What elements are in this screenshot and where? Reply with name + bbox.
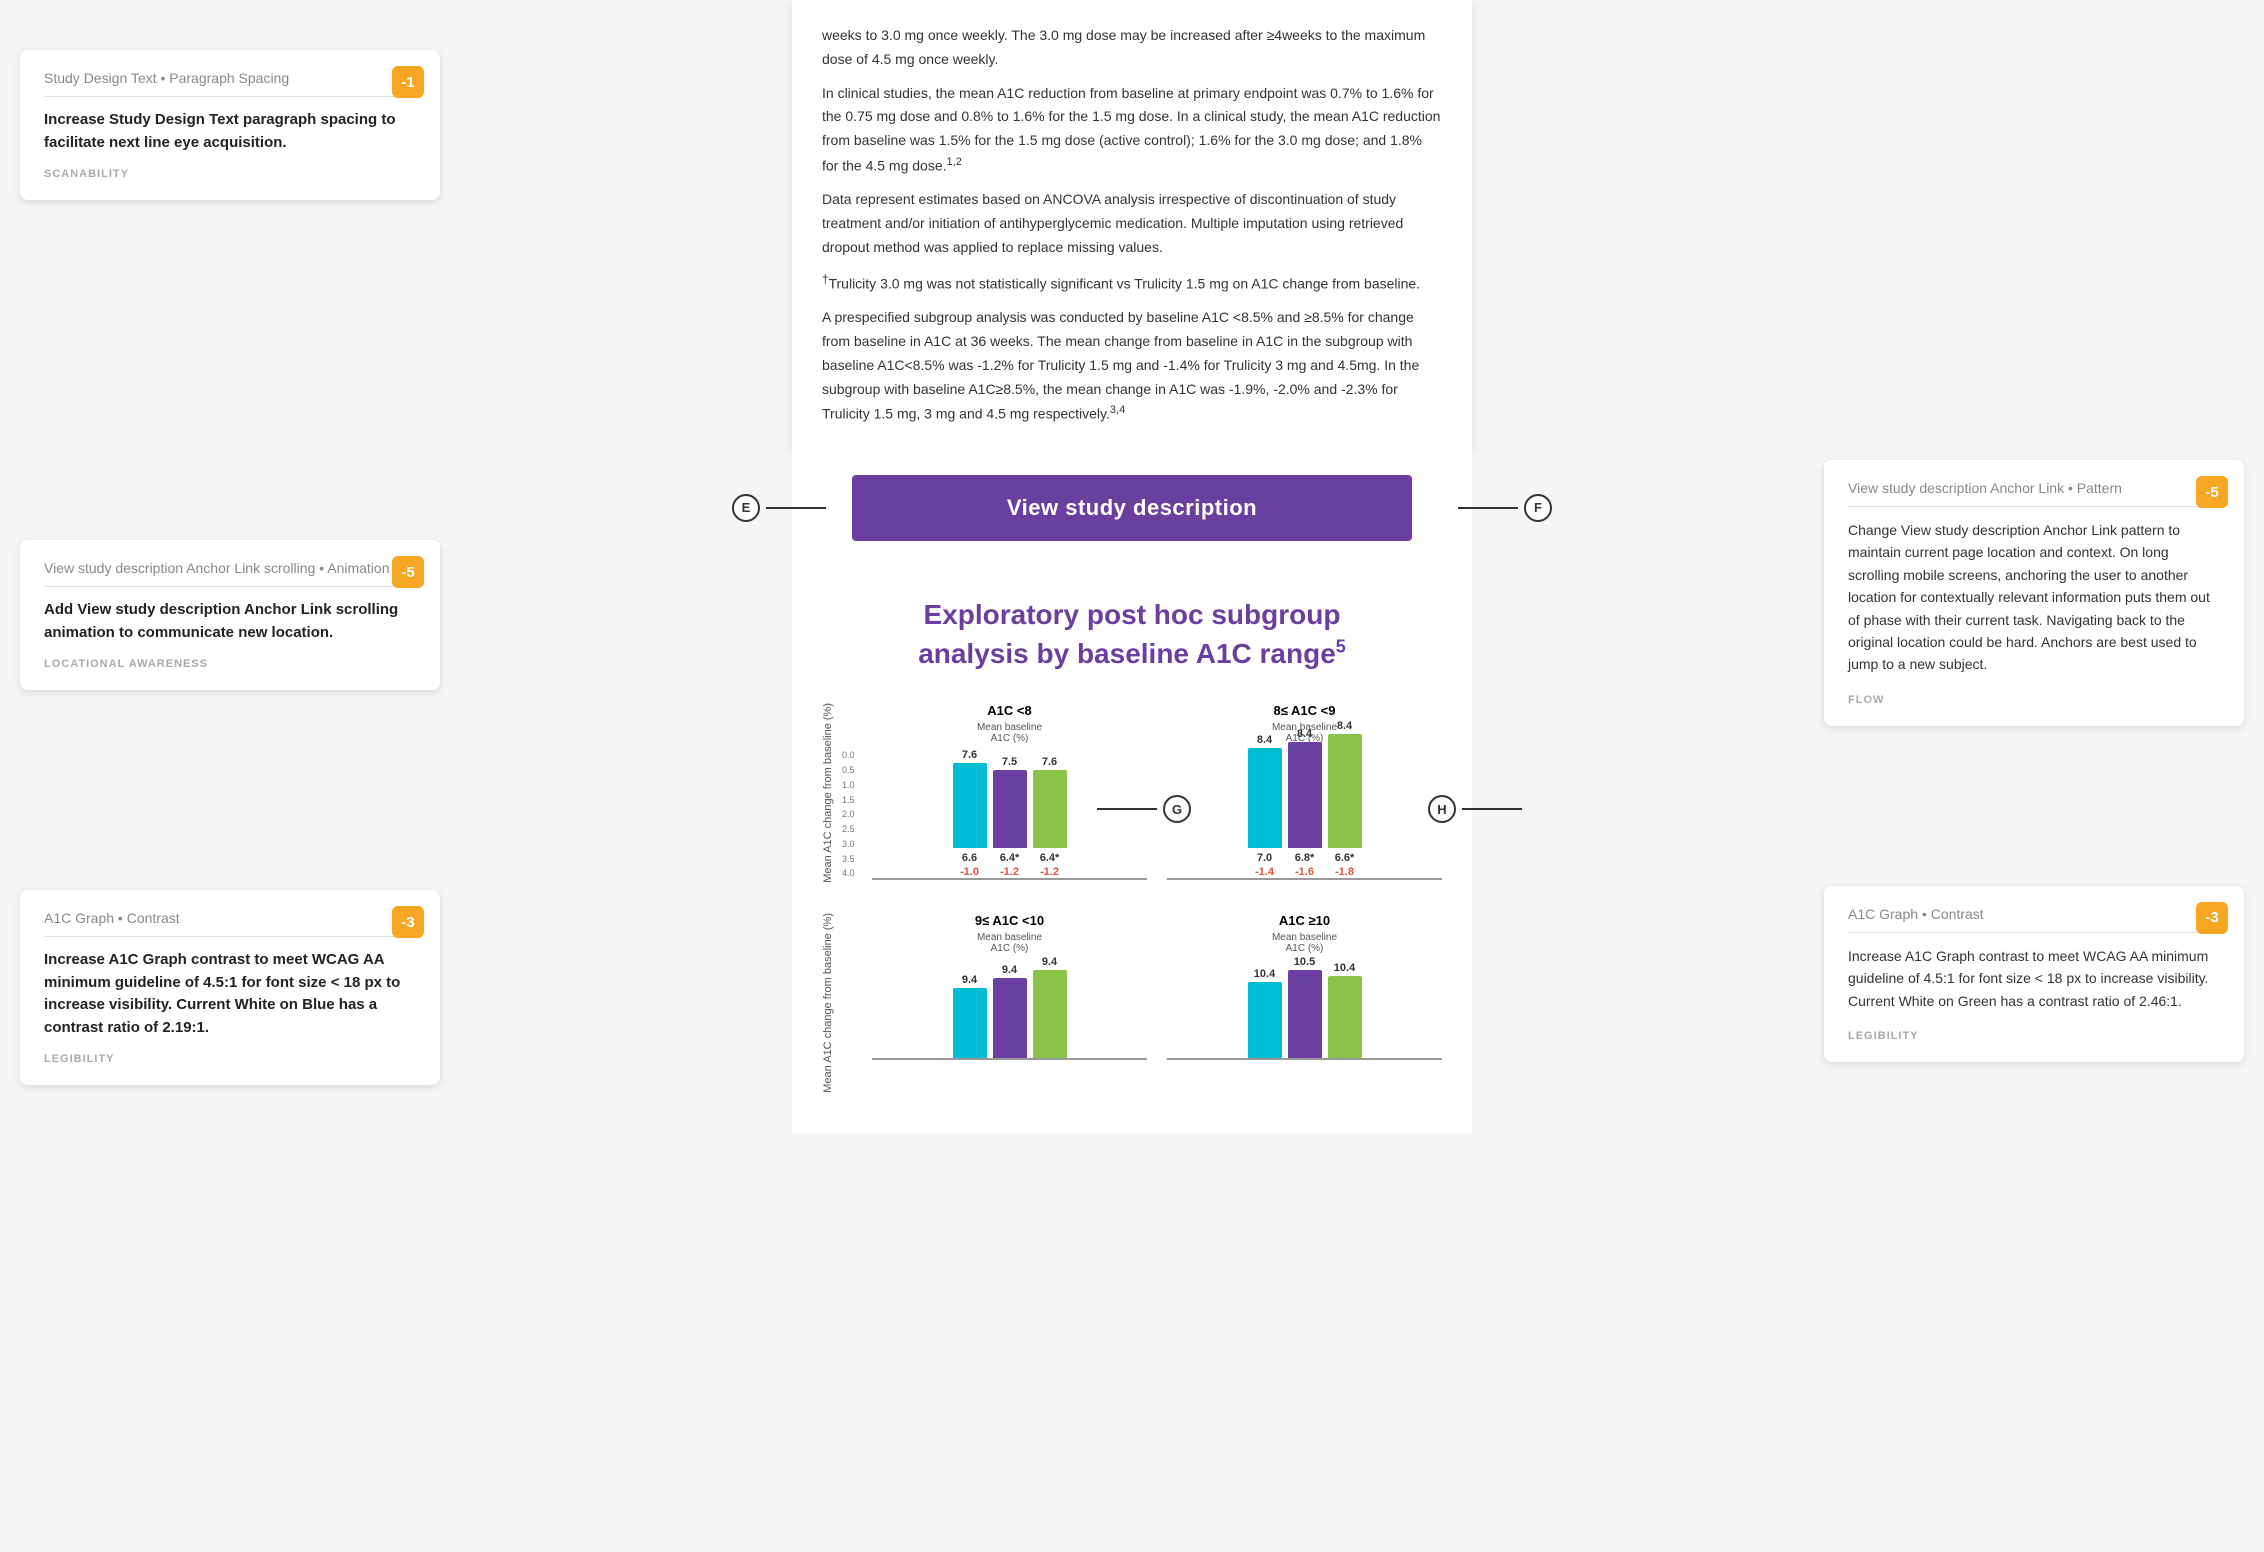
group-label-a1c-lt8: A1C <8 (872, 703, 1147, 718)
card-body-a1c-contrast-left: Increase A1C Graph contrast to meet WCAG… (44, 949, 416, 1039)
card-header-study-design: Study Design Text • Paragraph Spacing (44, 70, 416, 97)
card-header-a1c-contrast-right: A1C Graph • Contrast (1848, 906, 2220, 933)
node-g: G (1163, 795, 1191, 823)
bar-col-cyan-lt8: 7.6 6.6 -1.0 (953, 749, 987, 878)
card-body-study-design: Increase Study Design Text paragraph spa… (44, 109, 416, 154)
right-annotations: -5 View study description Anchor Link • … (1804, 0, 2264, 1552)
card-header-anchor-link-right: View study description Anchor Link • Pat… (1848, 480, 2220, 507)
card-tag-a1c-contrast-right: LEGIBILITY (1848, 1030, 2220, 1042)
right-card-a1c-contrast: -3 A1C Graph • Contrast Increase A1C Gra… (1824, 886, 2244, 1062)
left-card-study-design: -1 Study Design Text • Paragraph Spacing… (20, 50, 440, 200)
graph-title: Exploratory post hoc subgroupanalysis by… (822, 595, 1442, 673)
card-header-a1c-contrast-left: A1C Graph • Contrast (44, 910, 416, 937)
node-h: H (1428, 795, 1456, 823)
center-content: weeks to 3.0 mg once weekly. The 3.0 mg … (460, 0, 1804, 1552)
view-study-btn-row: E View study description F (792, 451, 1472, 565)
text-para-5: A prespecified subgroup analysis was con… (822, 306, 1442, 427)
node-f: F (1524, 494, 1552, 522)
badge-minus-3-right: -3 (2196, 902, 2228, 934)
card-body-anchor-link: Add View study description Anchor Link s… (44, 599, 416, 644)
bar-col-purple-8-9: 8.4 6.8* -1.6 (1288, 728, 1322, 878)
group-label-a1c-8-9: 8≤ A1C <9 (1167, 703, 1442, 718)
mean-baseline-gte10: Mean baselineA1C (%) (1167, 932, 1442, 954)
bar-col-purple-gte10: 10.5 (1288, 956, 1322, 1058)
badge-minus-5-right: -5 (2196, 476, 2228, 508)
text-para-4: †Trulicity 3.0 mg was not statistically … (822, 270, 1442, 296)
main-layout: -1 Study Design Text • Paragraph Spacing… (0, 0, 2264, 1552)
right-card-anchor-link: -5 View study description Anchor Link • … (1824, 460, 2244, 726)
mean-baseline-lt8: Mean baselineA1C (%) (872, 722, 1147, 744)
bar-col-cyan-8-9: 8.4 7.0 -1.4 (1248, 734, 1282, 878)
left-annotations: -1 Study Design Text • Paragraph Spacing… (0, 0, 460, 1552)
connector-f-right: F (1458, 494, 1552, 522)
bar-col-green-9-10: 9.4 (1033, 956, 1067, 1058)
bars-a1c-8-9: 8.4 7.0 -1.4 8.4 6.8* -1.6 8.4 (1167, 750, 1442, 880)
connector-h-right: H (1428, 795, 1522, 823)
bar-col-cyan-gte10: 10.4 (1248, 968, 1282, 1058)
bar-col-green-lt8: 7.6 6.4* -1.2 (1033, 756, 1067, 878)
graph-section: Exploratory post hoc subgroupanalysis by… (792, 565, 1472, 1133)
chart-group-a1c-lt8: A1C <8 Mean baselineA1C (%) 0.00.51.01.5… (872, 703, 1147, 883)
chart-group-a1c-9-10: 9≤ A1C <10 Mean baselineA1C (%) 9.4 9.4 … (872, 913, 1147, 1093)
card-tag-study-design: SCANABILITY (44, 168, 416, 180)
card-body-a1c-contrast-right: Increase A1C Graph contrast to meet WCAG… (1848, 945, 2220, 1012)
view-study-description-button[interactable]: View study description (852, 475, 1412, 541)
card-body-anchor-link-right: Change View study description Anchor Lin… (1848, 519, 2220, 676)
text-para-2: In clinical studies, the mean A1C reduct… (822, 82, 1442, 179)
card-tag-anchor-link-right: FLOW (1848, 694, 2220, 706)
badge-minus-5-left: -5 (392, 556, 424, 588)
group-label-a1c-gte10: A1C ≥10 (1167, 913, 1442, 928)
chart-bottom-row: Mean A1C change from baseline (%) 9≤ A1C… (822, 913, 1442, 1093)
bar-col-purple-9-10: 9.4 (993, 964, 1027, 1058)
chart-group-a1c-8-9: 8≤ A1C <9 Mean baselineA1C (%) 8.4 7.0 -… (1167, 703, 1442, 883)
bar-col-green-8-9: 8.4 6.6* -1.8 (1328, 720, 1362, 878)
center-text-block: weeks to 3.0 mg once weekly. The 3.0 mg … (792, 0, 1472, 451)
left-card-a1c-contrast: -3 A1C Graph • Contrast Increase A1C Gra… (20, 890, 440, 1085)
badge-minus-1: -1 (392, 66, 424, 98)
chart-top-row: Mean A1C change from baseline (%) A1C <8… (822, 703, 1442, 883)
card-tag-a1c-contrast-left: LEGIBILITY (44, 1053, 416, 1065)
badge-minus-3-left: -3 (392, 906, 424, 938)
y-axis-label-bottom: Mean A1C change from baseline (%) (822, 913, 852, 1093)
bar-col-cyan-9-10: 9.4 (953, 974, 987, 1058)
card-tag-anchor-link: LOCATIONAL AWARENESS (44, 658, 416, 670)
chart-group-a1c-gte10: A1C ≥10 Mean baselineA1C (%) 10.4 10.5 1… (1167, 913, 1442, 1093)
group-label-a1c-9-10: 9≤ A1C <10 (872, 913, 1147, 928)
text-para-3: Data represent estimates based on ANCOVA… (822, 188, 1442, 259)
node-e: E (732, 494, 760, 522)
bar-col-purple-lt8: 7.5 6.4* -1.2 (993, 756, 1027, 878)
connector-e-left: E (732, 494, 826, 522)
bar-col-green-gte10: 10.4 (1328, 962, 1362, 1058)
bars-a1c-gte10: 10.4 10.5 10.4 (1167, 960, 1442, 1060)
left-card-anchor-link: -5 View study description Anchor Link sc… (20, 540, 440, 690)
card-header-anchor-link: View study description Anchor Link scrol… (44, 560, 416, 587)
text-para-1: weeks to 3.0 mg once weekly. The 3.0 mg … (822, 24, 1442, 72)
connector-g-left: G (1097, 795, 1191, 823)
mean-baseline-9-10: Mean baselineA1C (%) (872, 932, 1147, 954)
bars-a1c-9-10: 9.4 9.4 9.4 (872, 960, 1147, 1060)
